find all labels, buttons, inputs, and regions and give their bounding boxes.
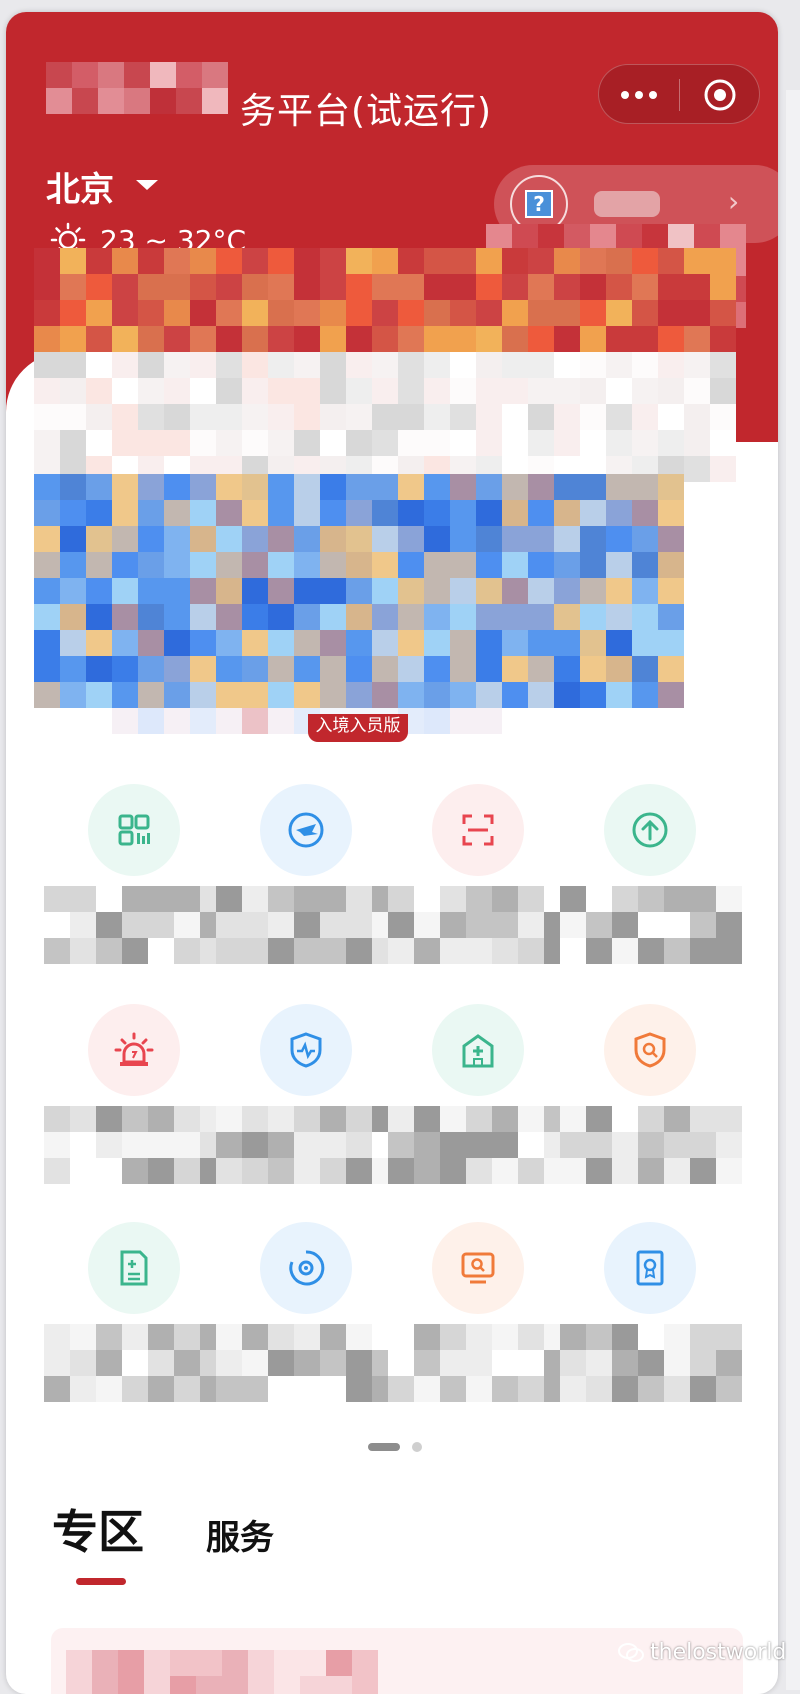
pixelated-service-label (388, 1324, 570, 1402)
watermark: thelostworld (618, 1640, 786, 1665)
service-button[interactable] (88, 1222, 180, 1314)
page-dot (412, 1442, 422, 1452)
service-button[interactable] (432, 784, 524, 876)
pixelated-service-label (388, 886, 570, 964)
pixelated-banner-top (34, 248, 736, 352)
scan-icon (462, 814, 494, 846)
dot-icon (649, 91, 657, 99)
shield-search-icon (634, 1032, 666, 1068)
tab-indicator (76, 1578, 126, 1585)
city-selector[interactable]: 北京 (46, 162, 114, 211)
service-button[interactable] (88, 784, 180, 876)
background-window-edge (786, 90, 800, 1690)
service-button[interactable] (604, 1222, 696, 1314)
hospital-icon (462, 1034, 494, 1068)
service-button[interactable] (604, 1004, 696, 1096)
pixelated-service-label (216, 886, 398, 964)
banner-image[interactable] (34, 474, 684, 708)
service-button[interactable] (260, 1222, 352, 1314)
tab-services[interactable]: 服务 (206, 1510, 274, 1559)
dot-icon (621, 91, 629, 99)
pixelated-service-label (560, 886, 742, 964)
document-add-icon (120, 1250, 148, 1286)
monitor-search-icon (461, 1252, 495, 1284)
upload-icon (632, 812, 668, 848)
service-button[interactable] (432, 1222, 524, 1314)
close-miniprogram-button[interactable] (680, 65, 760, 125)
chevron-right-icon: › (728, 185, 740, 218)
app-title: 务平台(试运行) (240, 91, 493, 132)
dot-icon (635, 91, 643, 99)
question-icon: ? (525, 190, 553, 218)
shield-pulse-icon (290, 1032, 322, 1068)
service-button[interactable] (604, 784, 696, 876)
page-dot-active (368, 1443, 400, 1451)
service-button[interactable] (88, 1004, 180, 1096)
more-menu-button[interactable] (599, 65, 679, 125)
pixelated-service-label (44, 1324, 226, 1402)
pixelated-zone-title (66, 1650, 378, 1694)
service-button[interactable] (260, 1004, 352, 1096)
vortex-icon (289, 1250, 325, 1286)
service-button[interactable] (432, 1004, 524, 1096)
service-button[interactable] (260, 784, 352, 876)
pixelated-service-label (44, 1106, 226, 1184)
qr-code-icon (118, 814, 150, 846)
pixelated-service-label (560, 1324, 742, 1402)
airplane-icon (288, 812, 324, 848)
target-icon (704, 79, 736, 111)
wechat-icon (618, 1642, 644, 1662)
mini-program-screen: 务平台(试运行) 北京 23 ~ 32°C ? › 入境入员版 专区 服务 (6, 12, 778, 1694)
banner-badge: 入境入员版 (308, 714, 408, 742)
pixelated-banner-edge (86, 708, 502, 734)
pixelated-service-label (216, 1324, 398, 1402)
pixelated-service-label (560, 1106, 742, 1184)
pixelated-service-label (388, 1106, 570, 1184)
pixelated-title (46, 62, 228, 114)
tab-zone[interactable]: 专区 (52, 1496, 144, 1562)
alarm-light-icon (114, 1032, 154, 1066)
watermark-text: thelostworld (650, 1640, 787, 1665)
certificate-icon (636, 1250, 664, 1286)
pixelated-service-label (44, 886, 226, 964)
pixelated-service-label (216, 1106, 398, 1184)
blurred-label (594, 191, 660, 217)
pixelated-notice (34, 352, 736, 482)
page-indicator (368, 1442, 422, 1452)
miniprogram-capsule (598, 64, 760, 124)
caret-down-icon[interactable] (136, 180, 158, 190)
